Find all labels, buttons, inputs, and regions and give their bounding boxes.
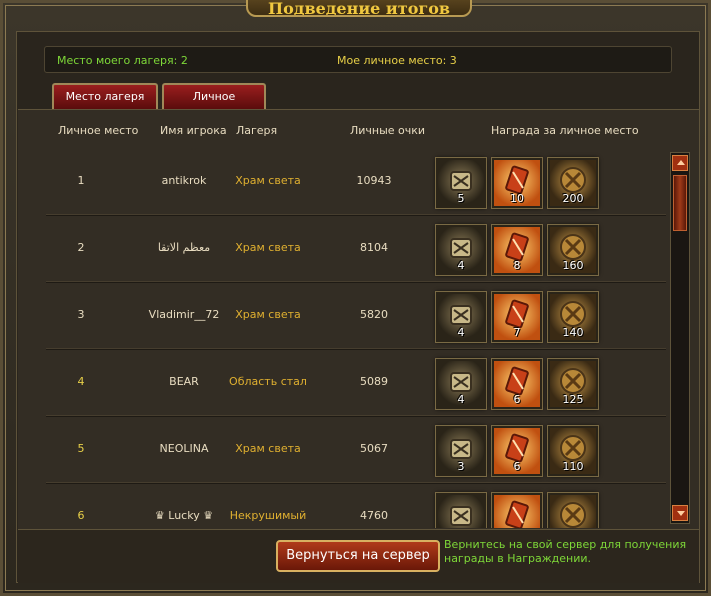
reward-count: 4 — [457, 326, 465, 339]
reward-medal-icon[interactable]: 200 — [548, 158, 598, 208]
reward-count: 10 — [510, 192, 524, 205]
scroll-thumb[interactable] — [673, 175, 687, 231]
info-bar: Место моего лагеря: 2 Мое личное место: … — [44, 46, 672, 73]
row-place: 5 — [77, 442, 85, 455]
tab-camp-place[interactable]: Место лагеря — [52, 83, 158, 109]
reward-scroll-icon[interactable]: 7 — [492, 292, 542, 342]
reward-count: 200 — [562, 192, 584, 205]
table-row: 1 antikrok Храм света 10943 5 10 200 — [46, 148, 666, 216]
window-title: Подведение итогов — [246, 0, 472, 17]
reward-count: 4 — [457, 259, 465, 272]
scroll-up-arrow-icon[interactable] — [672, 155, 688, 171]
row-player-name: Vladimir__72 — [148, 308, 220, 321]
reward-count: 7 — [513, 326, 521, 339]
event-results-window: Подведение итогов Место моего лагеря: 2 … — [0, 0, 711, 596]
content-panel: Место моего лагеря: 2 Мое личное место: … — [16, 31, 700, 583]
row-camp: Храм света — [235, 308, 301, 321]
row-camp: Храм света — [235, 241, 301, 254]
reward-count: 4 — [457, 393, 465, 406]
reward-chest-icon[interactable]: 3 — [436, 426, 486, 476]
reward-count: 6 — [513, 393, 521, 406]
reward-scroll-icon[interactable]: 6 — [492, 359, 542, 409]
reward-medal-icon[interactable]: 125 — [548, 359, 598, 409]
scrollbar[interactable] — [670, 152, 690, 524]
tab-personal-place[interactable]: Личное место — [162, 83, 266, 127]
row-place: 4 — [77, 375, 85, 388]
reward-scroll-icon[interactable]: 8 — [492, 225, 542, 275]
ranking-table: Личное место Имя игрока Лагеря Личные оч… — [18, 109, 699, 529]
row-score: 10943 — [356, 174, 392, 187]
row-player-name: معظم الاتقا — [157, 241, 211, 254]
row-player-name: BEAR — [169, 375, 199, 388]
reward-count: 160 — [562, 259, 584, 272]
row-place: 1 — [77, 174, 85, 187]
reward-count: 3 — [457, 460, 465, 473]
table-row: 4 BEAR Область стал 5089 4 6 125 — [46, 349, 666, 417]
reward-medal-icon[interactable] — [548, 493, 598, 528]
reward-chest-icon[interactable]: 4 — [436, 292, 486, 342]
reward-scroll-icon[interactable]: 10 — [492, 158, 542, 208]
row-score: 5067 — [360, 442, 388, 455]
row-score: 4760 — [360, 509, 388, 522]
table-row: 6 ♛ Lucky ♛ Некрушимый 4760 — [46, 483, 666, 528]
reward-chest-icon[interactable]: 4 — [436, 225, 486, 275]
row-place: 3 — [77, 308, 85, 321]
row-place: 6 — [77, 509, 85, 522]
row-player-name: ♛ Lucky ♛ — [154, 509, 214, 522]
reward-chest-icon[interactable]: 5 — [436, 158, 486, 208]
reward-count: 110 — [562, 460, 584, 473]
personal-place-text: Мое личное место: 3 — [337, 54, 457, 67]
reward-count: 5 — [457, 192, 465, 205]
table-row: 2 معظم الاتقا Храм света 8104 4 8 160 — [46, 215, 666, 283]
reward-chest-icon[interactable] — [436, 493, 486, 528]
row-score: 5820 — [360, 308, 388, 321]
reward-count: 140 — [562, 326, 584, 339]
scroll-down-arrow-icon[interactable] — [672, 505, 688, 521]
camp-place-text: Место моего лагеря: 2 — [57, 54, 188, 67]
row-place: 2 — [77, 241, 85, 254]
reward-scroll-icon[interactable]: 6 — [492, 426, 542, 476]
row-camp: Храм света — [235, 174, 301, 187]
footer: Вернуться на сервер Вернитесь на свой се… — [18, 529, 699, 583]
reward-medal-icon[interactable]: 140 — [548, 292, 598, 342]
row-camp: Некрушимый — [229, 509, 307, 522]
reward-scroll-icon[interactable] — [492, 493, 542, 528]
row-score: 5089 — [360, 375, 388, 388]
table-row: 3 Vladimir__72 Храм света 5820 4 7 140 — [46, 282, 666, 350]
footer-note: Вернитесь на свой сервер для получения н… — [444, 538, 687, 565]
row-camp: Область стал — [229, 375, 307, 388]
reward-count: 8 — [513, 259, 521, 272]
reward-count: 125 — [562, 393, 584, 406]
row-player-name: NEOLINA — [159, 442, 209, 455]
reward-medal-icon[interactable]: 110 — [548, 426, 598, 476]
table-row: 5 NEOLINA Храм света 5067 3 6 110 — [46, 416, 666, 484]
reward-medal-icon[interactable]: 160 — [548, 225, 598, 275]
row-player-name: antikrok — [161, 174, 207, 187]
row-camp: Храм света — [235, 442, 301, 455]
return-to-server-button[interactable]: Вернуться на сервер — [276, 540, 440, 572]
row-score: 8104 — [360, 241, 388, 254]
reward-count: 6 — [513, 460, 521, 473]
reward-chest-icon[interactable]: 4 — [436, 359, 486, 409]
